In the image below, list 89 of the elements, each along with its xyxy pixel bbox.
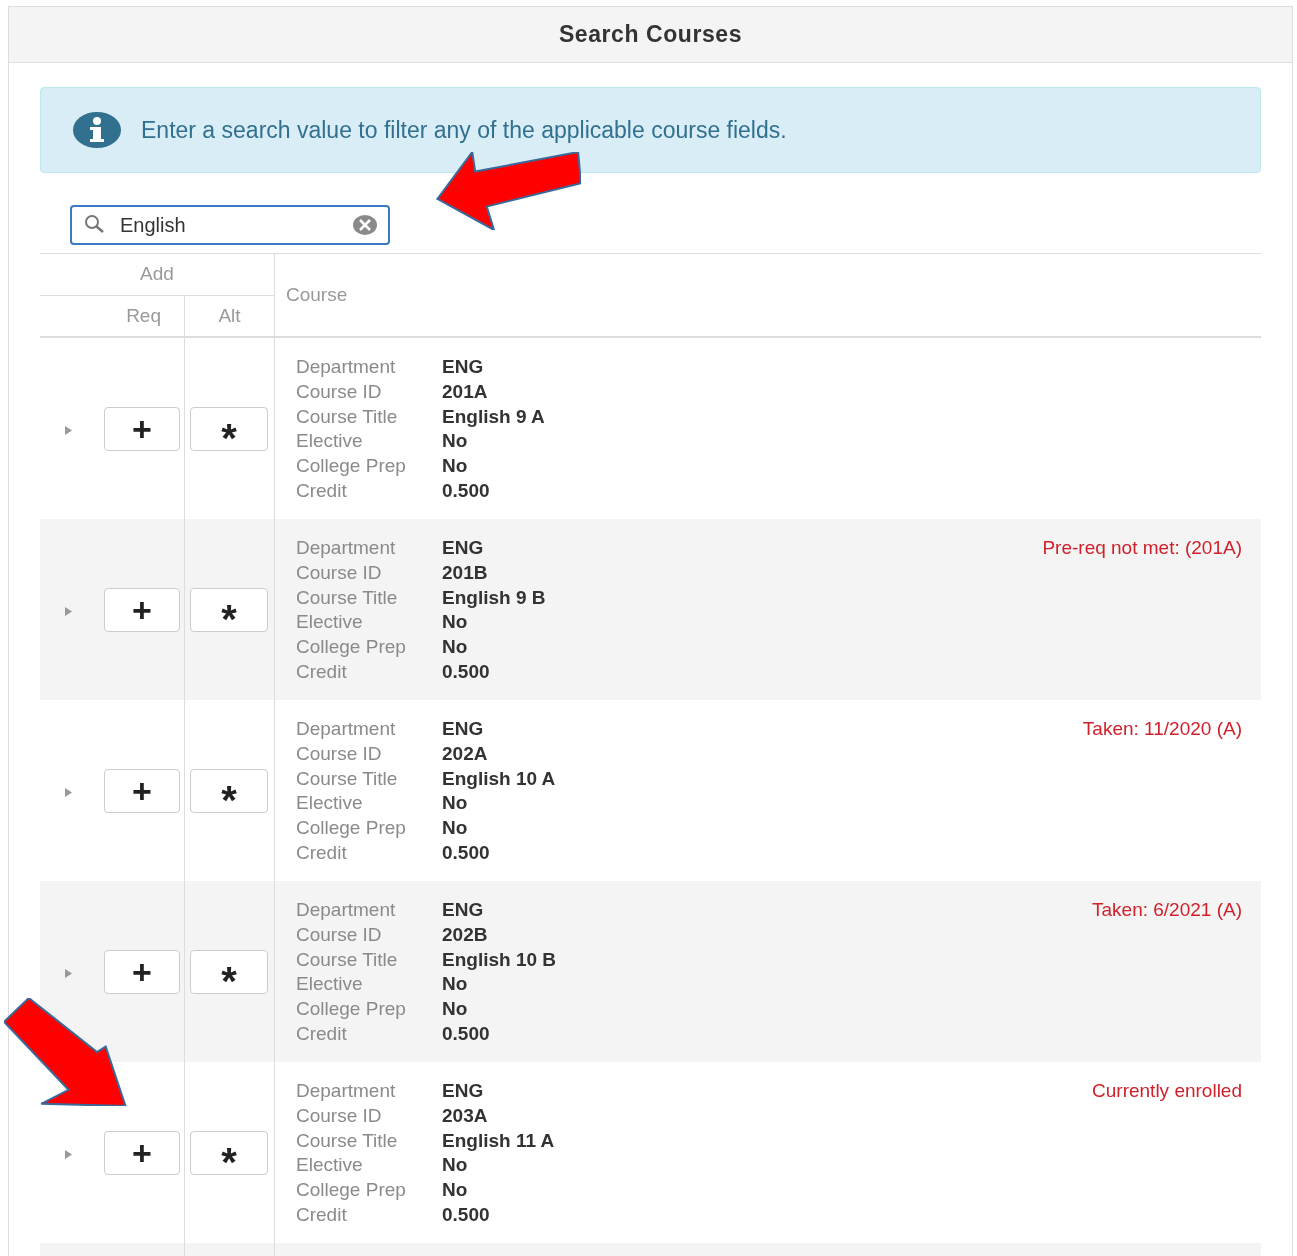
field-value: English 10 B — [442, 947, 557, 972]
add-required-button[interactable]: + — [104, 768, 180, 813]
field-value: English 11 A — [442, 1128, 555, 1153]
column-header: Course — [286, 282, 348, 307]
field-label: Course Title — [296, 404, 399, 429]
field-value: 0.500 — [442, 479, 491, 503]
field-value: 0.500 — [442, 1022, 491, 1046]
field-label: Course Title — [296, 766, 399, 791]
expand-icon[interactable] — [65, 1150, 72, 1159]
field-label: Elective — [296, 791, 364, 816]
field-label: Department — [296, 355, 397, 379]
field-value: 203A — [442, 1103, 489, 1128]
field-label: Department — [296, 898, 397, 922]
field-label: Department — [296, 717, 397, 741]
field-value: No — [442, 429, 469, 454]
field-label: Elective — [296, 972, 364, 997]
field-label: Course ID — [296, 379, 383, 404]
column-group-header: Add — [140, 262, 174, 287]
field-value: ENG — [442, 355, 485, 379]
expand-icon[interactable] — [65, 969, 72, 978]
field-value: English 9 B — [442, 585, 546, 610]
field-value: No — [442, 816, 469, 841]
field-value: 202B — [442, 922, 489, 947]
field-value: No — [442, 972, 469, 997]
status-note: Currently enrolled — [1092, 1079, 1242, 1103]
field-label: Course ID — [296, 741, 383, 766]
field-label: College Prep — [296, 454, 407, 479]
field-label: Credit — [296, 479, 348, 503]
field-value: No — [442, 1153, 469, 1178]
add-alternate-button[interactable]: * — [190, 768, 268, 813]
field-label: Course ID — [296, 922, 383, 947]
field-value: No — [442, 997, 469, 1022]
search-field[interactable]: English — [70, 205, 390, 245]
field-value: ENG — [442, 1079, 485, 1103]
field-label: College Prep — [296, 635, 407, 660]
add-alternate-button[interactable]: * — [190, 1130, 268, 1175]
field-value: ENG — [442, 717, 485, 741]
field-label: Elective — [296, 429, 364, 454]
field-label: Elective — [296, 610, 364, 635]
add-required-button[interactable]: + — [104, 949, 180, 994]
field-label: College Prep — [296, 1178, 407, 1203]
field-value: English 10 A — [442, 766, 556, 791]
info-icon — [72, 111, 122, 149]
field-label: Course ID — [296, 1103, 383, 1128]
field-value: 202A — [442, 741, 489, 766]
field-label: Credit — [296, 1022, 348, 1046]
column-header: Alt — [218, 303, 241, 328]
add-alternate-button[interactable]: * — [190, 406, 268, 451]
add-required-button[interactable]: + — [104, 587, 180, 632]
field-label: College Prep — [296, 816, 407, 841]
field-value: No — [442, 791, 469, 816]
clear-icon[interactable] — [352, 214, 378, 236]
add-required-button[interactable]: + — [104, 406, 180, 451]
field-label: Elective — [296, 1153, 364, 1178]
window-title: Search Courses — [558, 20, 743, 50]
field-label: Course Title — [296, 947, 399, 972]
field-value: 0.500 — [442, 660, 491, 684]
field-label: College Prep — [296, 997, 407, 1022]
field-value: No — [442, 635, 469, 660]
field-value: 201B — [442, 560, 489, 585]
field-label: Credit — [296, 841, 348, 865]
field-label: Credit — [296, 660, 348, 684]
field-value: 201A — [442, 379, 489, 404]
field-value: No — [442, 1178, 469, 1203]
search-icon — [84, 214, 106, 234]
field-value: English 9 A — [442, 404, 545, 429]
expand-icon[interactable] — [65, 788, 72, 797]
status-note: Taken: 6/2021 (A) — [1092, 898, 1242, 922]
add-alternate-button[interactable]: * — [190, 587, 268, 632]
status-note: Pre-req not met: (201A) — [1042, 536, 1242, 560]
field-value: ENG — [442, 536, 485, 560]
status-note: Taken: 11/2020 (A) — [1082, 717, 1242, 741]
field-label: Course Title — [296, 585, 399, 610]
field-label: Credit — [296, 1203, 348, 1227]
field-label: Department — [296, 536, 397, 560]
field-label: Course ID — [296, 560, 383, 585]
field-value: No — [442, 454, 469, 479]
expand-icon[interactable] — [65, 426, 72, 435]
field-value: No — [442, 610, 469, 635]
field-label: Course Title — [296, 1128, 399, 1153]
info-message: Enter a search value to filter any of the applicable course fields. — [141, 115, 787, 145]
field-value: 0.500 — [442, 841, 491, 865]
expand-icon[interactable] — [65, 607, 72, 616]
field-value: ENG — [442, 898, 485, 922]
column-header: Req — [126, 303, 161, 328]
add-alternate-button[interactable]: * — [190, 949, 268, 994]
field-label: Department — [296, 1079, 397, 1103]
add-required-button[interactable]: + — [104, 1130, 180, 1175]
field-value: 0.500 — [442, 1203, 491, 1227]
